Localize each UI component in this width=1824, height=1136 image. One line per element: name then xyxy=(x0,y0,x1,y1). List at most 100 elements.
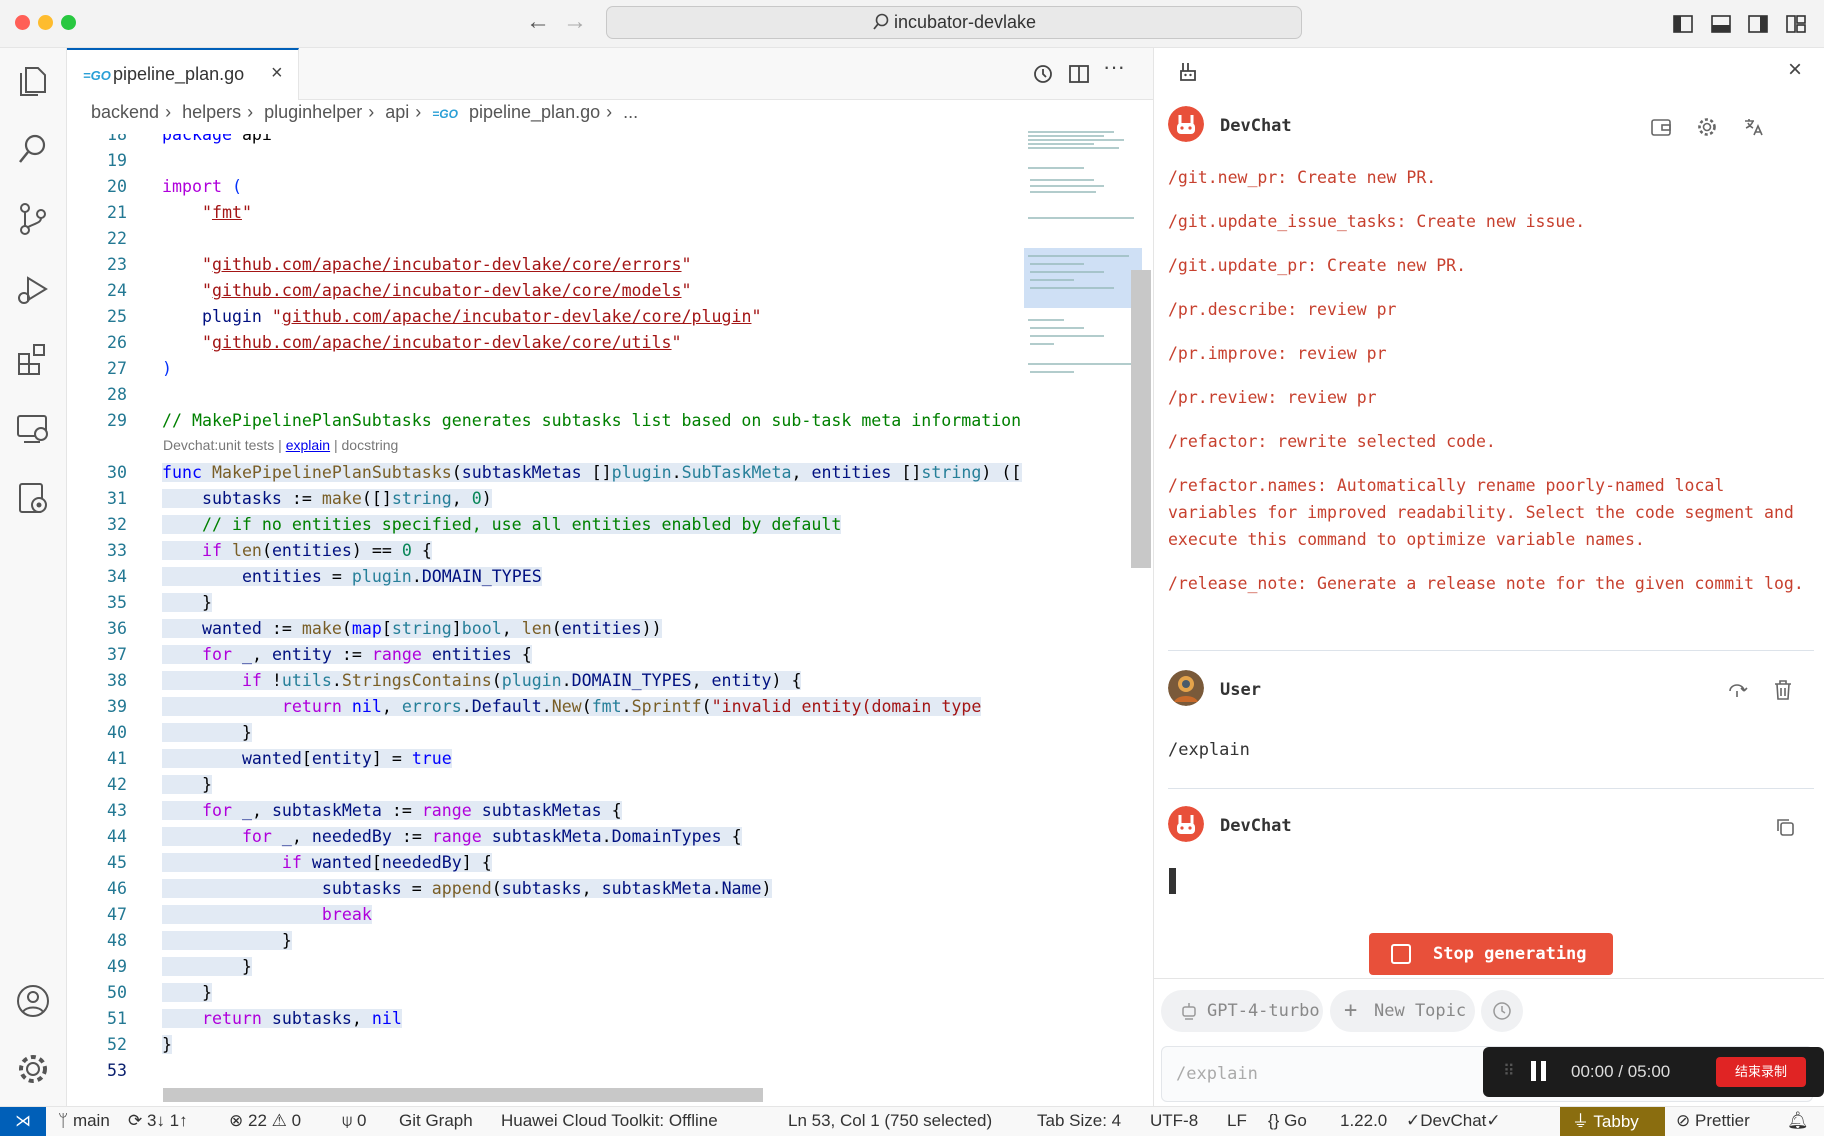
remote-explorer-icon[interactable] xyxy=(14,410,52,448)
code-line: package api xyxy=(162,134,272,148)
devchat-rabbit-icon[interactable] xyxy=(1176,60,1200,84)
command-list-item[interactable]: /refactor.names: Automatically rename po… xyxy=(1168,472,1808,553)
horizontal-scrollbar[interactable] xyxy=(163,1088,763,1102)
command-list-item[interactable]: /git.new_pr: Create new PR. xyxy=(1168,164,1808,191)
command-list-item[interactable]: /git.update_issue_tasks: Create new issu… xyxy=(1168,208,1808,235)
line-ending[interactable]: LF xyxy=(1227,1111,1247,1131)
vertical-scrollbar[interactable] xyxy=(1131,270,1151,568)
command-center-search[interactable]: incubator-devlake xyxy=(606,6,1302,39)
code-line: subtasks = append(subtasks, subtaskMeta.… xyxy=(162,876,772,902)
extensions-icon[interactable] xyxy=(14,340,52,378)
breadcrumb-item[interactable]: ... xyxy=(623,102,638,122)
tab-size[interactable]: Tab Size: 4 xyxy=(1037,1111,1121,1131)
prettier-status[interactable]: ⊘ Prettier xyxy=(1676,1111,1750,1131)
import-path[interactable]: github.com/apache/incubator-devlake/core… xyxy=(212,281,682,300)
language-translate-icon[interactable] xyxy=(1742,116,1764,138)
code-line: entities = plugin.DOMAIN_TYPES xyxy=(162,564,542,590)
go-version[interactable]: 1.22.0 xyxy=(1340,1111,1387,1131)
huawei-cloud-status[interactable]: Huawei Cloud Toolkit: Offline xyxy=(501,1111,718,1131)
settings-gear-icon[interactable] xyxy=(1696,116,1718,138)
line-number: 47 xyxy=(107,905,127,924)
git-branch[interactable]: ᛘ main xyxy=(58,1111,110,1131)
delete-trash-icon[interactable] xyxy=(1772,678,1794,702)
pause-icon[interactable] xyxy=(1541,1061,1546,1081)
command-list-item[interactable]: /pr.describe: review pr xyxy=(1168,296,1808,323)
source-control-icon[interactable] xyxy=(14,200,52,238)
recording-timer: 00:00 / 05:00 xyxy=(1571,1062,1671,1081)
breadcrumb-item[interactable]: pipeline_plan.go xyxy=(469,102,600,122)
split-editor-icon[interactable] xyxy=(1067,62,1091,86)
tabby-status[interactable]: ⏚ Tabby xyxy=(1560,1107,1665,1136)
devchat-status[interactable]: ✓DevChat✓ xyxy=(1406,1111,1501,1131)
encoding[interactable]: UTF-8 xyxy=(1150,1111,1198,1131)
code-lens-docstring-link[interactable]: docstring xyxy=(342,437,399,453)
breadcrumb-item[interactable]: pluginhelper xyxy=(264,102,362,122)
breadcrumb-item[interactable]: helpers xyxy=(182,102,241,122)
minimize-window-button[interactable] xyxy=(38,15,53,30)
editor-group: =GO pipeline_plan.go × ··· backend › help… xyxy=(67,48,1153,1106)
command-list-item[interactable]: /git.update_pr: Create new PR. xyxy=(1168,252,1808,279)
search-icon[interactable] xyxy=(14,130,52,168)
code-lens-explain-link[interactable]: explain xyxy=(286,437,330,453)
customize-layout-icon[interactable] xyxy=(1785,13,1807,35)
timeline-history-icon[interactable] xyxy=(1031,62,1055,86)
ports-indicator[interactable]: ⍦ 0 xyxy=(342,1111,366,1131)
command-list-item[interactable]: /refactor: rewrite selected code. xyxy=(1168,428,1808,455)
code-line: if wanted[neededBy] { xyxy=(162,850,492,876)
import-path[interactable]: github.com/apache/incubator-devlake/core… xyxy=(282,307,752,326)
problems-indicator[interactable]: ⊗ 22 ⚠ 0 xyxy=(229,1111,301,1131)
line-number: 33 xyxy=(107,541,127,560)
end-recording-button[interactable]: 结束录制 xyxy=(1716,1057,1806,1087)
run-and-debug-icon[interactable] xyxy=(14,270,52,308)
forward-arrow-icon[interactable]: → xyxy=(563,10,587,34)
explorer-files-icon[interactable] xyxy=(14,62,52,100)
tab-pipeline-plan-go[interactable]: =GO pipeline_plan.go × xyxy=(67,48,299,100)
toggle-panel-icon[interactable] xyxy=(1710,13,1732,35)
accounts-icon[interactable] xyxy=(14,982,52,1020)
breadcrumb-item[interactable]: backend xyxy=(91,102,159,122)
breadcrumb: backend › helpers › pluginhelper › api › =GO… xyxy=(91,102,639,122)
back-arrow-icon[interactable]: ← xyxy=(526,10,550,34)
toggle-primary-sidebar-icon[interactable] xyxy=(1672,13,1694,35)
code-line: } xyxy=(162,775,212,794)
cursor-position[interactable]: Ln 53, Col 1 (750 selected) xyxy=(788,1111,992,1131)
language-mode[interactable]: {} Go xyxy=(1268,1111,1307,1131)
import-path[interactable]: github.com/apache/incubator-devlake/core… xyxy=(212,333,672,352)
settings-gear-icon[interactable] xyxy=(14,1050,52,1088)
remote-indicator-icon[interactable]: ⋊ xyxy=(0,1107,46,1136)
devchat-extension-icon[interactable] xyxy=(14,480,52,518)
command-list-item[interactable]: /pr.review: review pr xyxy=(1168,384,1808,411)
command-list-item[interactable]: /pr.improve: review pr xyxy=(1168,340,1808,367)
resend-icon[interactable] xyxy=(1726,680,1748,702)
wallet-icon[interactable] xyxy=(1650,116,1672,138)
new-topic-button[interactable]: + New Topic xyxy=(1330,990,1475,1032)
branch-icon: ᛘ xyxy=(58,1111,69,1130)
close-window-button[interactable] xyxy=(15,15,30,30)
user-avatar xyxy=(1168,670,1204,706)
minimap[interactable] xyxy=(1024,128,1144,1008)
stop-generating-button[interactable]: Stop generating xyxy=(1369,933,1613,975)
line-number: 31 xyxy=(107,489,127,508)
more-actions-icon[interactable]: ··· xyxy=(1103,54,1125,80)
maximize-window-button[interactable] xyxy=(61,15,76,30)
breadcrumb-item[interactable]: api xyxy=(385,102,409,122)
line-number: 35 xyxy=(107,593,127,612)
close-tab-icon[interactable]: × xyxy=(271,62,283,85)
copy-icon[interactable] xyxy=(1774,816,1796,838)
git-graph-button[interactable]: Git Graph xyxy=(399,1111,473,1131)
drag-handle-icon[interactable]: ⠿ xyxy=(1503,1061,1515,1081)
pause-icon[interactable] xyxy=(1531,1061,1536,1081)
tabby-label: Tabby xyxy=(1593,1112,1639,1131)
code-editor[interactable]: 18 package api 19 20 import ( 21 "fmt" 2… xyxy=(67,134,1022,1094)
code-lens-prefix[interactable]: Devchat:unit tests xyxy=(163,437,274,453)
import-path[interactable]: fmt xyxy=(212,203,242,222)
line-number: 37 xyxy=(107,645,127,664)
command-list-item[interactable]: /release_note: Generate a release note f… xyxy=(1168,570,1808,597)
notifications-bell-icon[interactable]: 🔔︎ xyxy=(1787,1111,1809,1131)
toggle-secondary-sidebar-icon[interactable] xyxy=(1747,13,1769,35)
model-selector-button[interactable]: GPT-4-turbo xyxy=(1161,990,1323,1032)
import-path[interactable]: github.com/apache/incubator-devlake/core… xyxy=(212,255,682,274)
history-button[interactable] xyxy=(1481,990,1523,1032)
close-panel-icon[interactable]: × xyxy=(1788,56,1802,84)
git-sync[interactable]: ⟳ 3↓ 1↑ xyxy=(128,1111,188,1131)
